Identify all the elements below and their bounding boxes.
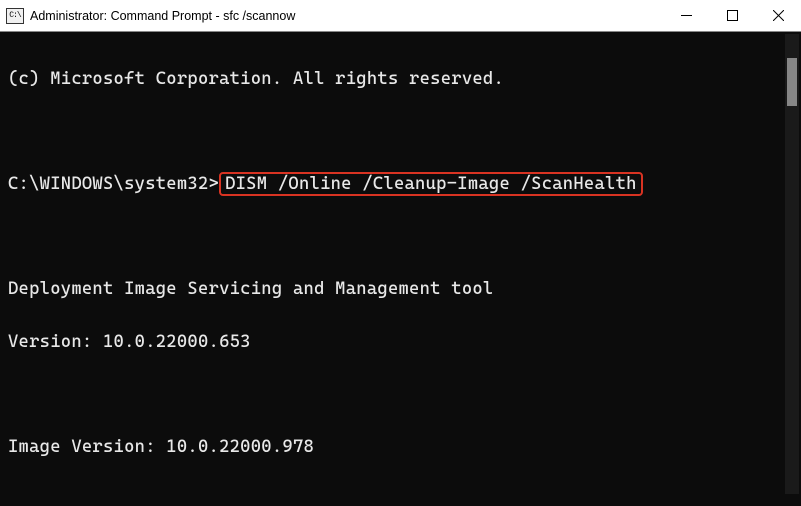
maximize-button[interactable] <box>709 0 755 32</box>
console-output[interactable]: (c) Microsoft Corporation. All rights re… <box>0 32 801 506</box>
highlighted-command-dism: DISM /Online /Cleanup-Image /ScanHealth <box>219 172 643 196</box>
vertical-scrollbar[interactable] <box>785 34 799 494</box>
command-prompt-window: C:\ Administrator: Command Prompt - sfc … <box>0 0 801 506</box>
scrollbar-thumb[interactable] <box>787 58 797 106</box>
titlebar[interactable]: C:\ Administrator: Command Prompt - sfc … <box>0 0 801 32</box>
minimize-button[interactable] <box>663 0 709 32</box>
prompt-path: C:\WINDOWS\system32> <box>8 174 219 194</box>
image-version: Image Version: 10.0.22000.978 <box>8 434 793 460</box>
window-title: Administrator: Command Prompt - sfc /sca… <box>30 9 295 23</box>
dism-version: Version: 10.0.22000.653 <box>8 329 793 355</box>
cmd-icon: C:\ <box>6 8 24 24</box>
dism-title: Deployment Image Servicing and Managemen… <box>8 276 793 302</box>
close-button[interactable] <box>755 0 801 32</box>
copyright-line: (c) Microsoft Corporation. All rights re… <box>8 66 793 92</box>
